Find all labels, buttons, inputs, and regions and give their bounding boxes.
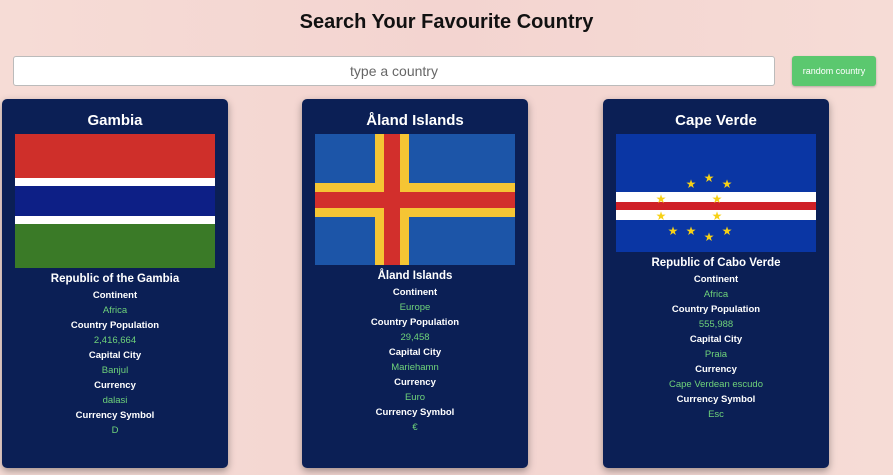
- continent-label: Continent: [392, 287, 438, 298]
- svg-text:★: ★: [686, 224, 697, 238]
- country-card-cape-verde: Cape Verde ★ ★ ★ ★ ★ ★ ★ ★ ★ ★ ★ Republi…: [603, 99, 829, 468]
- currency-label: Currency: [94, 380, 136, 391]
- continent-value: Europe: [399, 302, 431, 313]
- capital-label: Capital City: [689, 334, 743, 345]
- aland-flag-icon: [315, 134, 515, 265]
- continent-value: Africa: [703, 289, 729, 300]
- population-label: Country Population: [671, 304, 761, 315]
- population-value: 2,416,664: [93, 335, 137, 346]
- currency-symbol-label: Currency Symbol: [375, 407, 455, 418]
- currency-symbol-label: Currency Symbol: [676, 394, 756, 405]
- currency-value: Cape Verdean escudo: [668, 379, 764, 390]
- search-bar: random country: [13, 56, 891, 88]
- capital-value: Banjul: [101, 365, 129, 376]
- svg-text:★: ★: [704, 230, 715, 244]
- svg-text:★: ★: [668, 224, 679, 238]
- svg-text:★: ★: [686, 177, 697, 191]
- population-label: Country Population: [70, 320, 160, 331]
- currency-symbol-value: D: [111, 425, 119, 436]
- page-title: Search Your Favourite Country: [299, 11, 594, 33]
- svg-text:★: ★: [722, 177, 733, 191]
- continent-label: Continent: [693, 274, 739, 285]
- currency-value: Euro: [404, 392, 426, 403]
- country-name: Åland Islands: [366, 112, 464, 129]
- gambia-flag-icon: [15, 134, 215, 268]
- population-label: Country Population: [370, 317, 460, 328]
- continent-label: Continent: [92, 290, 138, 301]
- official-name: Åland Islands: [377, 270, 453, 282]
- capital-label: Capital City: [388, 347, 442, 358]
- country-name: Cape Verde: [675, 112, 757, 129]
- population-value: 29,458: [400, 332, 430, 343]
- population-value: 555,988: [698, 319, 734, 330]
- country-name: Gambia: [87, 112, 143, 129]
- currency-label: Currency: [394, 377, 436, 388]
- svg-text:★: ★: [656, 209, 667, 223]
- capital-value: Mariehamn: [391, 362, 439, 373]
- capital-value: Praia: [704, 349, 728, 360]
- svg-text:★: ★: [656, 192, 667, 206]
- currency-label: Currency: [695, 364, 737, 375]
- country-card-gambia: Gambia Republic of the Gambia Continent …: [2, 99, 228, 468]
- svg-text:★: ★: [704, 171, 715, 185]
- currency-symbol-label: Currency Symbol: [75, 410, 155, 421]
- currency-value: dalasi: [102, 395, 128, 406]
- official-name: Republic of the Gambia: [50, 273, 180, 285]
- currency-symbol-value: €: [412, 422, 418, 433]
- random-country-button[interactable]: random country: [792, 56, 876, 86]
- capital-label: Capital City: [88, 350, 142, 361]
- cape-verde-flag-icon: ★ ★ ★ ★ ★ ★ ★ ★ ★ ★ ★: [616, 134, 816, 252]
- search-input[interactable]: [13, 56, 775, 86]
- official-name: Republic of Cabo Verde: [651, 257, 781, 269]
- svg-text:★: ★: [712, 192, 723, 206]
- country-card-aland-islands: Åland Islands Åland Islands Continent Eu…: [302, 99, 528, 468]
- svg-text:★: ★: [722, 224, 733, 238]
- svg-text:★: ★: [712, 209, 723, 223]
- currency-symbol-value: Esc: [708, 409, 724, 420]
- continent-value: Africa: [102, 305, 128, 316]
